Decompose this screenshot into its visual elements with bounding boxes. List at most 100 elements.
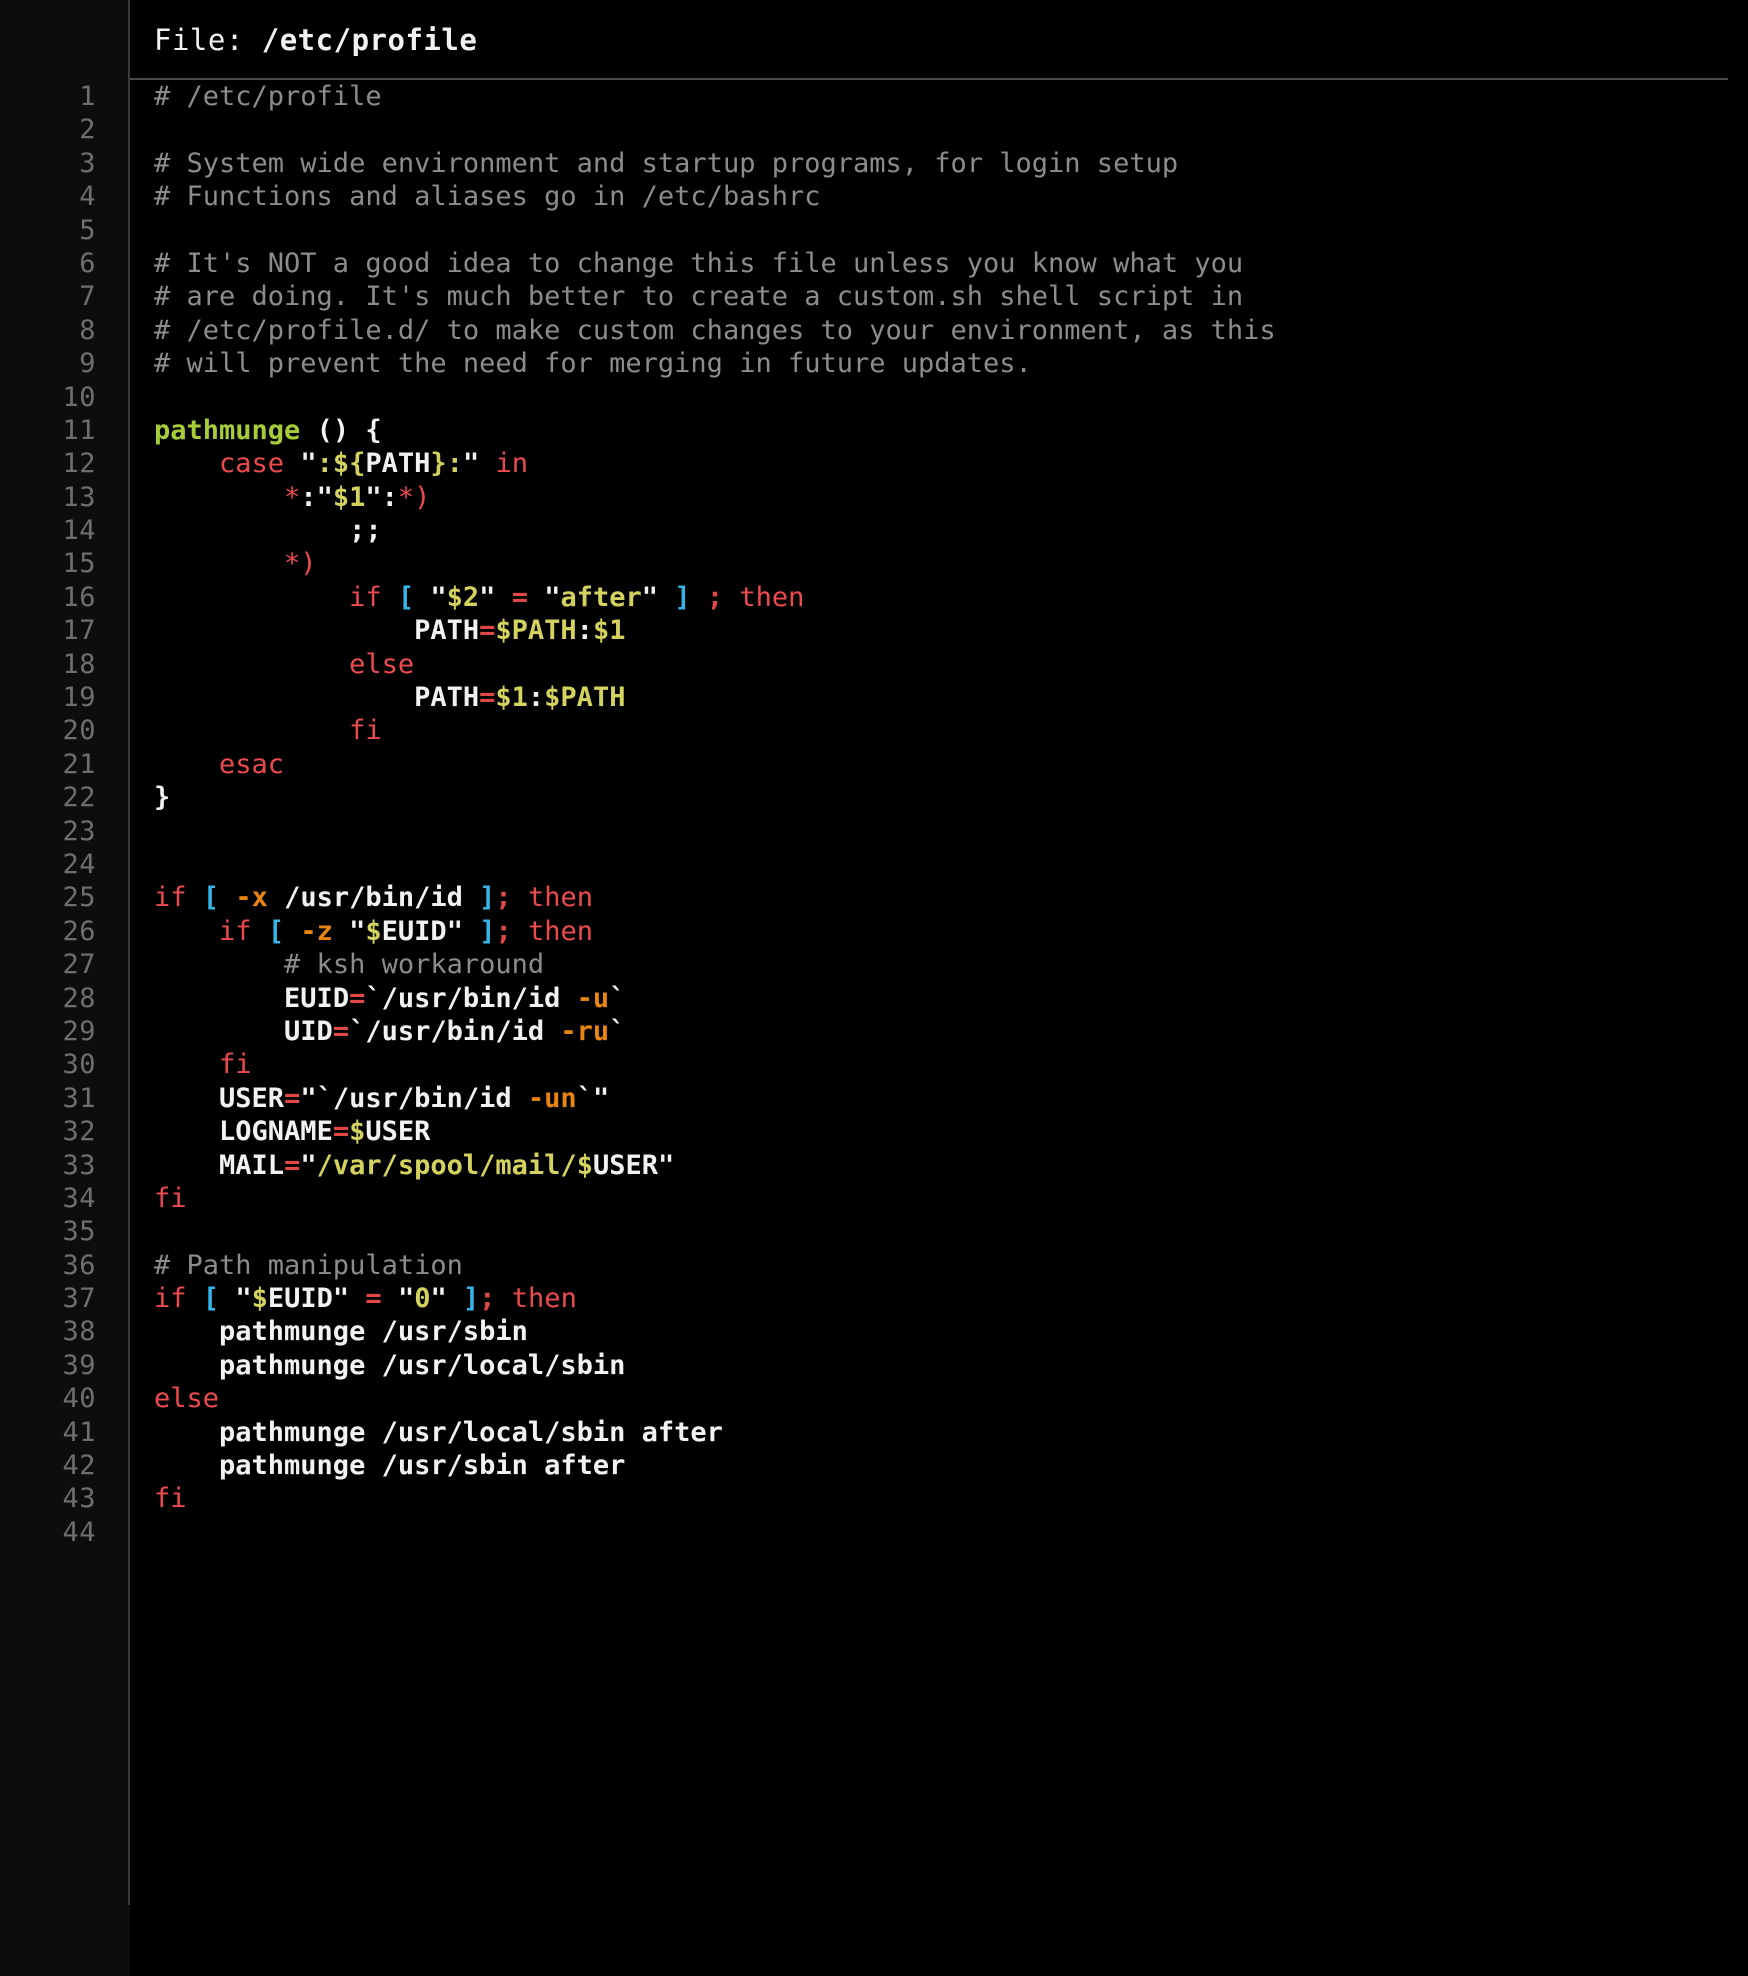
- line-number: 7: [79, 281, 96, 313]
- code-token-var: $PATH: [495, 615, 577, 647]
- code-token-kw: then: [739, 581, 805, 613]
- code-line[interactable]: pathmunge () {: [154, 414, 1748, 447]
- code-line[interactable]: PATH=$1:$PATH: [154, 681, 1748, 714]
- code-line[interactable]: [154, 1516, 1748, 1549]
- code-token-plain: LOGNAME: [219, 1116, 333, 1148]
- line-number: 28: [62, 982, 96, 1014]
- code-line[interactable]: [154, 381, 1748, 414]
- line-number: 8: [79, 314, 96, 346]
- code-line[interactable]: UID=`/usr/bin/id -ru`: [154, 1015, 1748, 1048]
- code-token-plain: "`/usr/bin/id: [300, 1082, 528, 1114]
- code-line[interactable]: pathmunge /usr/sbin: [154, 1315, 1748, 1348]
- code-token-plain: USER: [592, 1149, 658, 1181]
- code-line[interactable]: fi: [154, 1482, 1748, 1515]
- code-token-kw: then: [528, 915, 594, 947]
- line-number: 30: [62, 1049, 96, 1081]
- line-number: 34: [62, 1182, 96, 1214]
- line-number: 25: [62, 882, 96, 914]
- code-token-var: $1: [592, 615, 626, 647]
- code-token-kw: case: [219, 448, 285, 480]
- code-line[interactable]: fi: [154, 1182, 1748, 1215]
- code-line[interactable]: [154, 214, 1748, 247]
- code-line[interactable]: ;;: [154, 514, 1748, 547]
- code-line[interactable]: # will prevent the need for merging in f…: [154, 347, 1748, 380]
- code-line[interactable]: if [ -x /usr/bin/id ]; then: [154, 881, 1748, 914]
- code-token-plain: ": [332, 1283, 350, 1315]
- code-line[interactable]: [154, 113, 1748, 146]
- line-number: 16: [62, 581, 96, 613]
- code-line[interactable]: USER="`/usr/bin/id -un`": [154, 1082, 1748, 1115]
- code-line[interactable]: fi: [154, 714, 1748, 747]
- code-token-punct: ;;: [349, 515, 382, 547]
- code-token-op: ;: [706, 581, 724, 613]
- code-line[interactable]: # are doing. It's much better to create …: [154, 280, 1748, 313]
- code-line[interactable]: # It's NOT a good idea to change this fi…: [154, 247, 1748, 280]
- line-number: 33: [62, 1149, 96, 1181]
- code-line[interactable]: fi: [154, 1048, 1748, 1081]
- code-token-brk: [: [397, 581, 415, 613]
- code-line[interactable]: pathmunge /usr/local/sbin: [154, 1349, 1748, 1382]
- code-token-comment: # Functions and aliases go in /etc/bashr…: [154, 181, 821, 213]
- code-line[interactable]: *:"$1":*): [154, 481, 1748, 514]
- code-line[interactable]: LOGNAME=$USER: [154, 1115, 1748, 1148]
- code-line[interactable]: [154, 815, 1748, 848]
- code-line[interactable]: case ":${PATH}:" in: [154, 447, 1748, 480]
- code-token-brk: [: [202, 882, 220, 914]
- code-token-str: /var/spool/mail/: [316, 1149, 577, 1181]
- code-line[interactable]: esac: [154, 748, 1748, 781]
- line-number: 36: [62, 1249, 96, 1281]
- code-line[interactable]: [154, 1215, 1748, 1248]
- code-line[interactable]: }: [154, 781, 1748, 814]
- line-number: 42: [62, 1450, 96, 1482]
- code-line[interactable]: [154, 848, 1748, 881]
- code-line[interactable]: if [ "$EUID" = "0" ]; then: [154, 1282, 1748, 1315]
- code-line[interactable]: # /etc/profile: [154, 80, 1748, 113]
- code-line[interactable]: pathmunge /usr/sbin after: [154, 1449, 1748, 1482]
- code-token-comment: # ksh workaround: [284, 949, 545, 981]
- code-token-var: }: [430, 448, 447, 480]
- code-token-plain: ": [430, 1283, 447, 1315]
- code-token-var: $2: [446, 581, 480, 613]
- code-token-plain: ": [544, 581, 561, 613]
- code-line[interactable]: else: [154, 648, 1748, 681]
- line-number: 29: [62, 1015, 96, 1047]
- line-number: 17: [62, 615, 96, 647]
- code-line[interactable]: # ksh workaround: [154, 948, 1748, 981]
- code-line[interactable]: # System wide environment and startup pr…: [154, 147, 1748, 180]
- code-token-flag: -x: [235, 882, 268, 914]
- code-token-brk: ]: [674, 581, 691, 613]
- code-line[interactable]: *): [154, 547, 1748, 580]
- line-number: 38: [62, 1316, 96, 1348]
- code-line[interactable]: # Path manipulation: [154, 1249, 1748, 1282]
- code-token-plain: pathmunge /usr/sbin: [154, 1316, 528, 1348]
- code-line[interactable]: pathmunge /usr/local/sbin after: [154, 1416, 1748, 1449]
- code-content[interactable]: # /etc/profile # System wide environment…: [130, 80, 1748, 1549]
- code-token-kw: fi: [349, 715, 382, 747]
- code-line[interactable]: MAIL="/var/spool/mail/$USER": [154, 1149, 1748, 1182]
- code-token-plain: ": [235, 1283, 252, 1315]
- code-line[interactable]: PATH=$PATH:$1: [154, 614, 1748, 647]
- code-line[interactable]: else: [154, 1382, 1748, 1415]
- code-token-str: :: [446, 448, 463, 480]
- code-token-plain: ": [657, 1149, 675, 1181]
- code-token-plain: () {: [300, 414, 382, 446]
- line-number-list: 1 2 3 4 5 6 7 8 9 10 11 12 13 14 15 16 17 18 19 20 21 22 23 24 2…: [0, 80, 130, 1549]
- code-line[interactable]: # /etc/profile.d/ to make custom changes…: [154, 314, 1748, 347]
- code-line[interactable]: if [ "$2" = "after" ] ; then: [154, 581, 1748, 614]
- code-line[interactable]: # Functions and aliases go in /etc/bashr…: [154, 180, 1748, 213]
- line-number: 5: [79, 214, 96, 246]
- code-line[interactable]: EUID=`/usr/bin/id -u`: [154, 982, 1748, 1015]
- code-line[interactable]: if [ -z "$EUID" ]; then: [154, 915, 1748, 948]
- code-token-plain: PATH: [365, 448, 431, 480]
- file-header-label: File:: [154, 23, 262, 57]
